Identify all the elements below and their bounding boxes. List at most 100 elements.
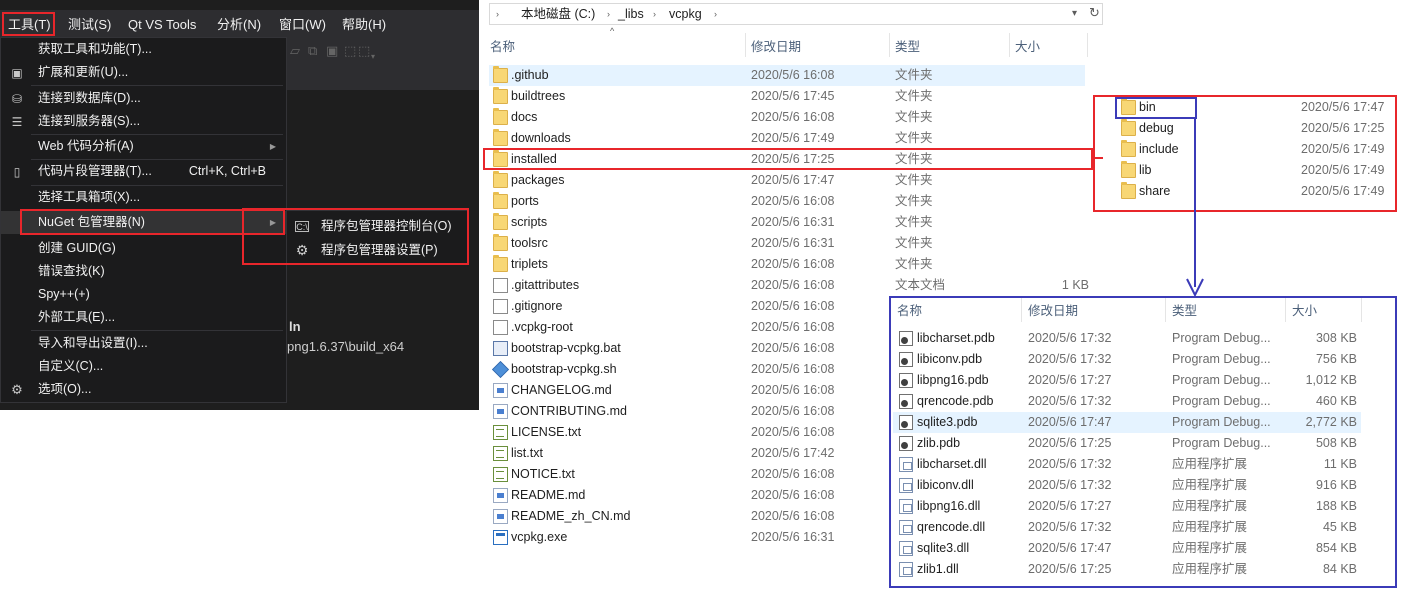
chevron-down-icon[interactable]: ▾	[371, 50, 385, 64]
file-type: Program Debug...	[1172, 373, 1271, 387]
file-date: 2020/5/6 17:32	[1028, 331, 1112, 345]
list-item[interactable]: debug 2020/5/6 17:25	[1115, 118, 1395, 139]
refresh-icon[interactable]: ↻	[1089, 5, 1100, 21]
menu-item-options[interactable]: ⚙ 选项(O)...	[1, 378, 286, 401]
markdown-file-icon	[493, 488, 508, 503]
column-header-name[interactable]: 名称	[490, 37, 515, 57]
list-item[interactable]: .github 2020/5/6 16:08 文件夹	[489, 65, 1085, 86]
file-size: 854 KB	[1315, 541, 1357, 555]
address-bar[interactable]: › 本地磁盘 (C:) › _libs › vcpkg › ▾	[489, 3, 1103, 25]
list-item[interactable]: qrencode.pdb 2020/5/6 17:32 Program Debug.…	[893, 391, 1361, 412]
gear-icon: ⚙	[11, 382, 23, 397]
file-name: NOTICE.txt	[511, 467, 575, 481]
toolbar-icon[interactable]: ▣	[326, 44, 340, 58]
list-item[interactable]: ports 2020/5/6 16:08 文件夹	[489, 191, 1085, 212]
server-icon: ☰	[11, 115, 23, 129]
breadcrumb-drive[interactable]: 本地磁盘 (C:)	[521, 4, 595, 24]
menu-item-spy[interactable]: Spy++(+)	[1, 283, 286, 306]
file-type: 文件夹	[895, 68, 933, 82]
vs-menubar: 工具(T) 测试(S) Qt VS Tools 分析(N) 窗口(W) 帮助(H…	[0, 10, 479, 38]
menu-item-snippet-manager[interactable]: ▯ 代码片段管理器(T)... Ctrl+K, Ctrl+B	[1, 160, 286, 183]
column-divider[interactable]	[1087, 33, 1088, 57]
list-item[interactable]: libpng16.dll 2020/5/6 17:27 应用程序扩展 188 KB	[893, 496, 1361, 517]
menu-analyze[interactable]: 分析(N)	[217, 14, 261, 36]
column-divider[interactable]	[1361, 298, 1362, 322]
menu-item-connect-server[interactable]: ☰ 连接到服务器(S)...	[1, 110, 286, 133]
menu-item-extensions[interactable]: ▣ 扩展和更新(U)...	[1, 61, 286, 84]
column-divider[interactable]	[1165, 298, 1166, 322]
list-item[interactable]: lib 2020/5/6 17:49	[1115, 160, 1395, 181]
breadcrumb-libs[interactable]: _libs	[618, 4, 644, 24]
list-item[interactable]: buildtrees 2020/5/6 17:45 文件夹	[489, 86, 1085, 107]
column-header-size[interactable]: 大小	[1015, 37, 1040, 57]
chevron-down-icon[interactable]: ▾	[1072, 4, 1077, 24]
list-item[interactable]: include 2020/5/6 17:49	[1115, 139, 1395, 160]
file-type: Program Debug...	[1172, 436, 1271, 450]
list-item[interactable]: packages 2020/5/6 17:47 文件夹	[489, 170, 1085, 191]
column-header-date[interactable]: 修改日期	[1028, 302, 1078, 320]
list-item[interactable]: libcharset.dll 2020/5/6 17:32 应用程序扩展 11 KB	[893, 454, 1361, 475]
file-name: README.md	[511, 488, 586, 502]
list-item[interactable]: scripts 2020/5/6 16:31 文件夹	[489, 212, 1085, 233]
file-date: 2020/5/6 16:08	[751, 425, 835, 439]
list-item[interactable]: sqlite3.dll 2020/5/6 17:47 应用程序扩展 854 KB	[893, 538, 1361, 559]
column-divider[interactable]	[1009, 33, 1010, 57]
list-item[interactable]: toolsrc 2020/5/6 16:31 文件夹	[489, 233, 1085, 254]
file-type: 应用程序扩展	[1172, 541, 1248, 555]
menu-window[interactable]: 窗口(W)	[279, 14, 326, 36]
list-item[interactable]: libpng16.pdb 2020/5/6 17:27 Program Debug.…	[893, 370, 1361, 391]
list-item[interactable]: docs 2020/5/6 16:08 文件夹	[489, 107, 1085, 128]
menu-item-external-tools[interactable]: 外部工具(E)...	[1, 306, 286, 329]
file-name: ports	[511, 194, 539, 208]
list-item[interactable]: triplets 2020/5/6 16:08 文件夹	[489, 254, 1085, 275]
column-divider[interactable]	[1285, 298, 1286, 322]
column-header-type[interactable]: 类型	[895, 37, 920, 57]
list-item[interactable]: downloads 2020/5/6 17:49 文件夹	[489, 128, 1085, 149]
column-header-size[interactable]: 大小	[1292, 302, 1317, 320]
file-date: 2020/5/6 17:42	[751, 446, 835, 460]
list-item[interactable]: zlib1.dll 2020/5/6 17:25 应用程序扩展 84 KB	[893, 559, 1361, 580]
breadcrumb-vcpkg[interactable]: vcpkg	[669, 4, 702, 24]
list-item[interactable]: share 2020/5/6 17:49	[1115, 181, 1395, 202]
folder-icon	[493, 87, 508, 104]
menu-test[interactable]: 测试(S)	[68, 14, 111, 36]
column-header-name[interactable]: 名称	[897, 302, 922, 320]
column-divider[interactable]	[745, 33, 746, 57]
list-item[interactable]: .gitattributes 2020/5/6 16:08 文本文档 1 KB	[489, 275, 1089, 296]
column-divider[interactable]	[889, 33, 890, 57]
toolbar-icon[interactable]: ⬚	[344, 44, 358, 58]
file-name: vcpkg.exe	[511, 530, 568, 544]
list-item[interactable]: qrencode.dll 2020/5/6 17:32 应用程序扩展 45 KB	[893, 517, 1361, 538]
file-size: 308 KB	[1315, 331, 1357, 345]
menu-item-choose-toolbox[interactable]: 选择工具箱项(X)...	[1, 186, 286, 209]
file-size: 460 KB	[1315, 394, 1357, 408]
menu-item-customize[interactable]: 自定义(C)...	[1, 355, 286, 378]
list-item[interactable]: libcharset.pdb 2020/5/6 17:32 Program Debu…	[893, 328, 1361, 349]
folder-icon	[493, 66, 508, 83]
list-item[interactable]: zlib.pdb 2020/5/6 17:25 Program Debug... 50…	[893, 433, 1361, 454]
menu-item-web-code-analysis[interactable]: Web 代码分析(A) ▶	[1, 135, 286, 158]
list-item[interactable]: sqlite3.pdb 2020/5/6 17:47 Program Debug..…	[893, 412, 1361, 433]
dll-file-icon	[899, 478, 913, 493]
menu-item-get-tools[interactable]: 获取工具和功能(T)...	[1, 38, 286, 61]
menu-item-label: 连接到服务器(S)...	[38, 114, 141, 128]
toolbar-icon[interactable]: ▱	[290, 44, 304, 58]
file-date: 2020/5/6 17:49	[751, 131, 835, 145]
folder-icon	[1121, 140, 1136, 157]
list-item[interactable]: libiconv.dll 2020/5/6 17:32 应用程序扩展 916 KB	[893, 475, 1361, 496]
column-divider[interactable]	[1021, 298, 1022, 322]
folder-date: 2020/5/6 17:49	[1301, 163, 1385, 177]
arrow-down-icon	[1186, 278, 1204, 297]
column-header-date[interactable]: 修改日期	[751, 37, 801, 57]
menu-item-connect-database[interactable]: ⛁ 连接到数据库(D)...	[1, 87, 286, 110]
menu-qt-vs-tools[interactable]: Qt VS Tools	[128, 14, 196, 36]
file-type: 文件夹	[895, 194, 933, 208]
toolbar-icon[interactable]: ⬚	[358, 44, 372, 58]
toolbar-icon[interactable]: ⧉	[308, 44, 322, 58]
list-item[interactable]: libiconv.pdb 2020/5/6 17:32 Program Debug.…	[893, 349, 1361, 370]
menu-help[interactable]: 帮助(H)	[342, 14, 386, 36]
menu-item-import-export[interactable]: 导入和导出设置(I)...	[1, 332, 286, 355]
column-header-type[interactable]: 类型	[1172, 302, 1197, 320]
folder-name: debug	[1139, 121, 1174, 135]
annotation-box-nuget-submenu	[242, 208, 469, 265]
